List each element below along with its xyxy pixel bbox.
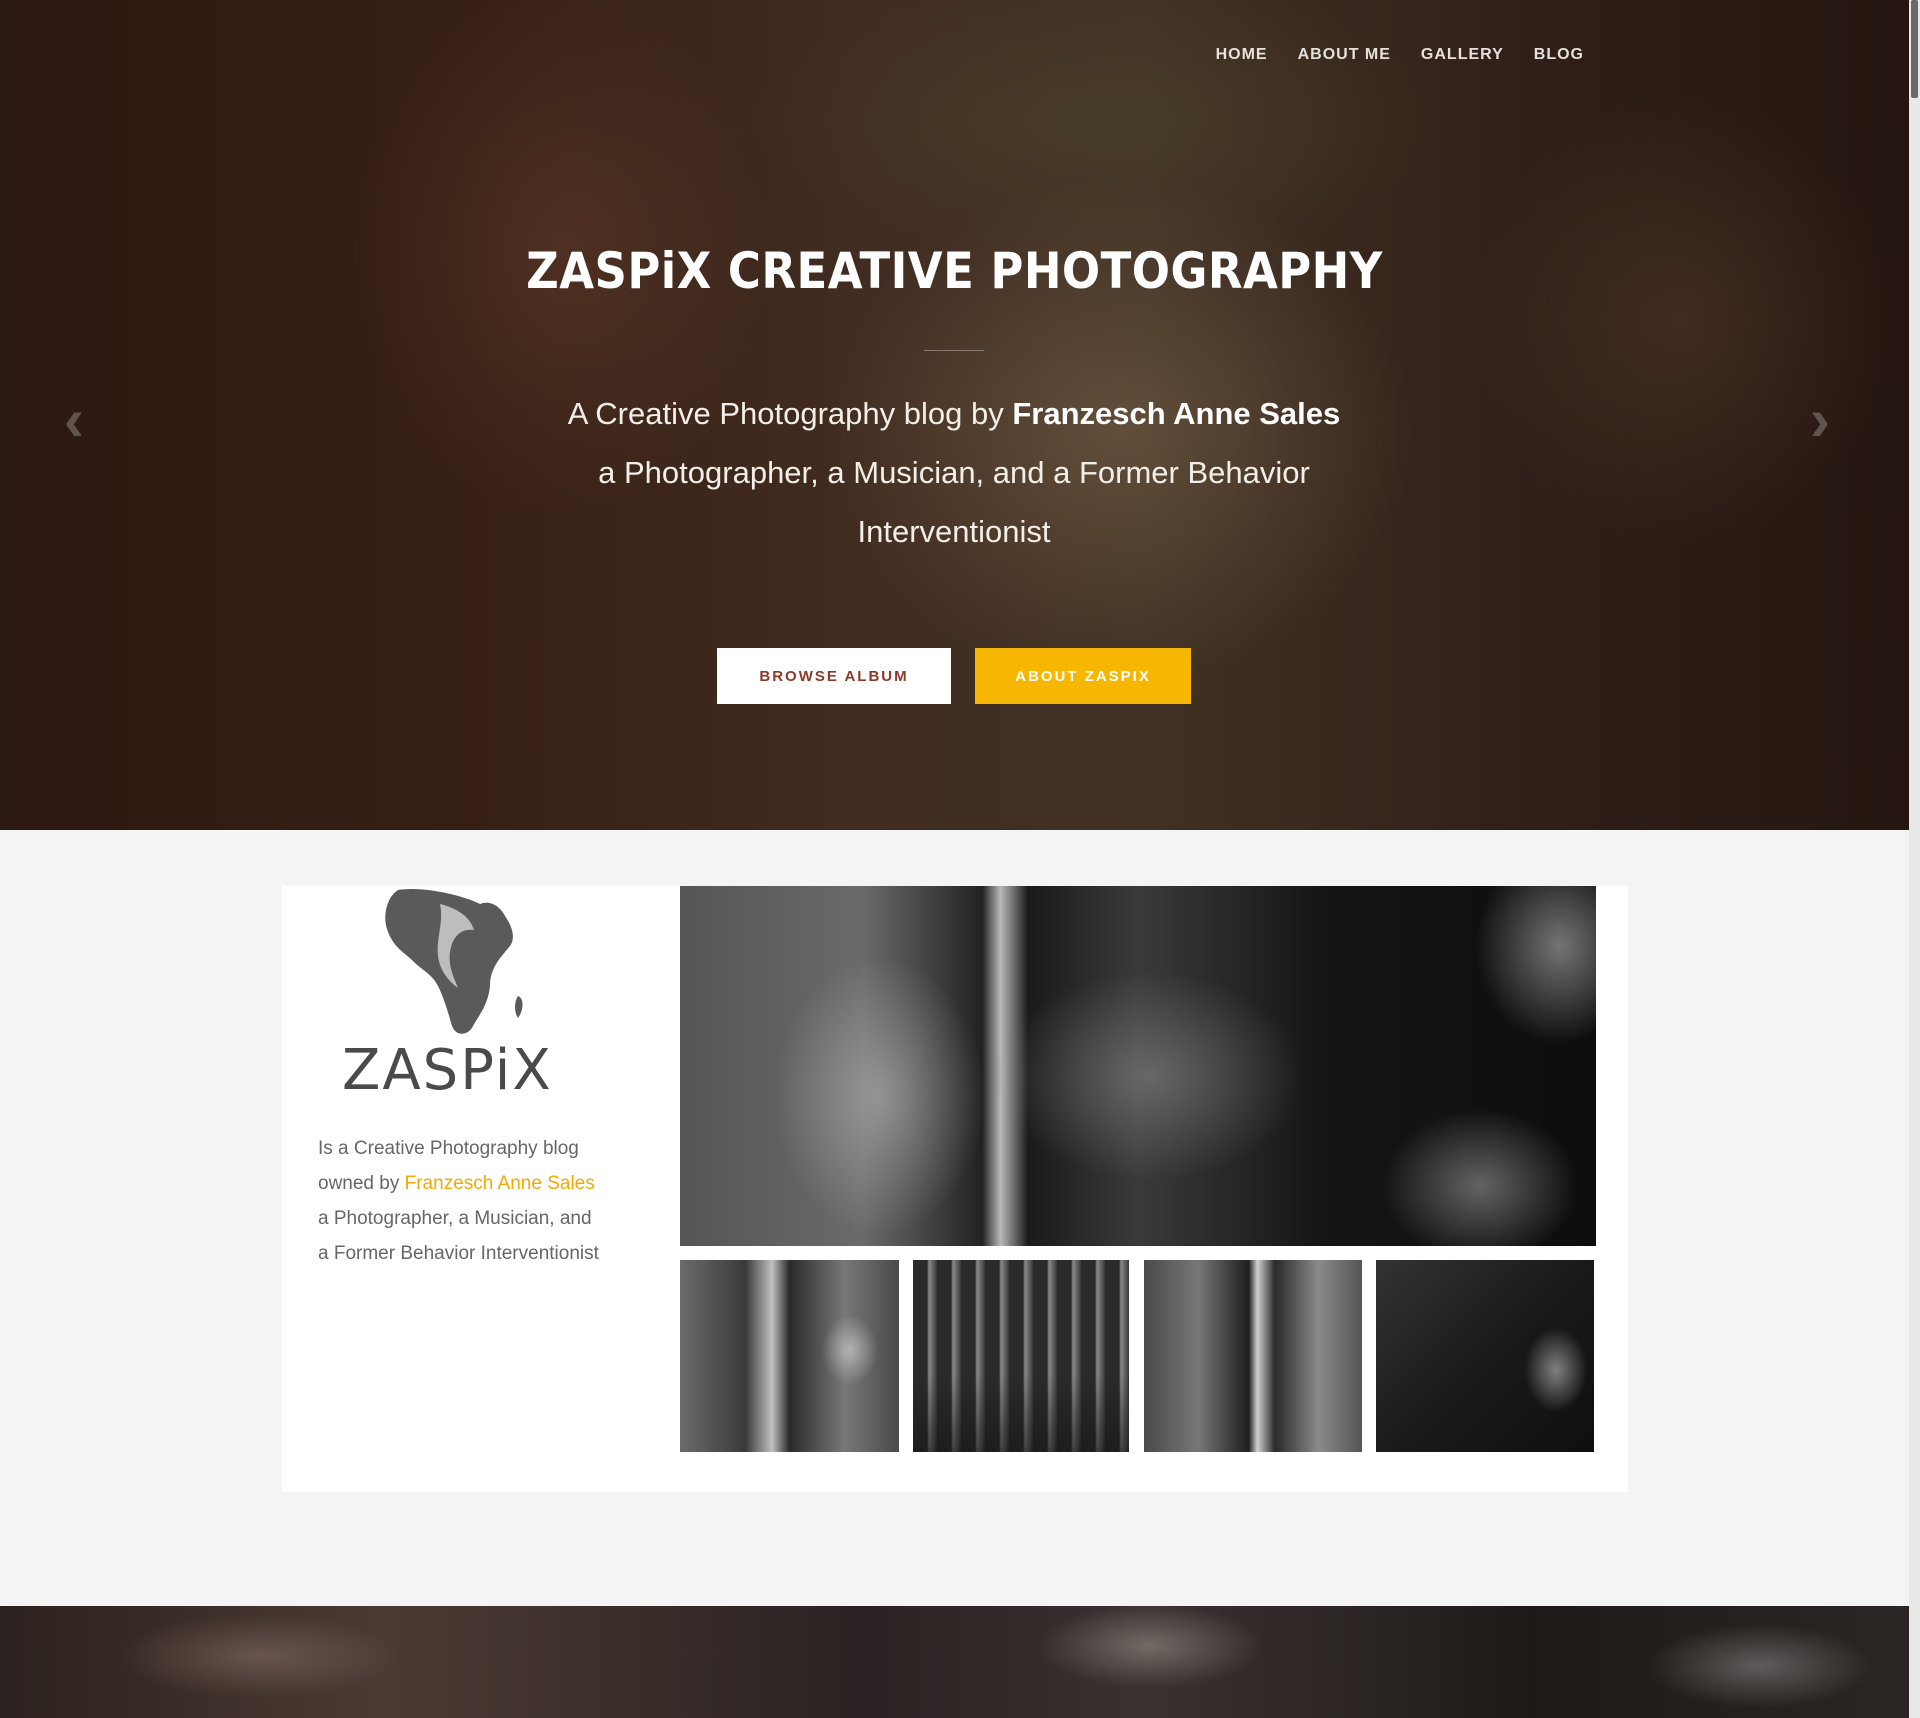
featured-photo[interactable]: [680, 886, 1596, 1246]
about-line1: Is a Creative Photography blog: [318, 1138, 579, 1159]
gallery-thumbnail[interactable]: [1144, 1260, 1362, 1452]
owner-name-link[interactable]: Franzesch Anne Sales: [405, 1173, 595, 1194]
about-line3: a Photographer, a Musician, and: [318, 1208, 592, 1229]
scrollbar-thumb[interactable]: [1911, 0, 1918, 98]
about-description: Is a Creative Photography blog owned by …: [318, 1131, 618, 1271]
nav-about-me[interactable]: ABOUT ME: [1298, 46, 1391, 64]
nav-blog[interactable]: BLOG: [1534, 46, 1584, 64]
hero-subtitle: A Creative Photography blog by Franzesch…: [500, 384, 1408, 561]
hero-divider: [924, 350, 984, 351]
hero-author-name: Franzesch Anne Sales: [1012, 396, 1341, 431]
slider-next-arrow-icon[interactable]: ›: [1810, 390, 1830, 450]
main-nav: HOME ABOUT ME GALLERY BLOG: [1216, 46, 1584, 64]
hero-subtitle-line3: Interventionist: [857, 514, 1051, 549]
nav-gallery[interactable]: GALLERY: [1421, 46, 1504, 64]
about-zaspix-button[interactable]: ABOUT ZASPIX: [975, 648, 1191, 704]
gallery-thumbnail[interactable]: [1376, 1260, 1594, 1452]
about-card: ZASPiX Is a Creative Photography blog ow…: [282, 886, 1628, 1492]
logo-text: ZASPiX: [342, 1038, 553, 1103]
crowd-photo-banner: [0, 1606, 1909, 1718]
madagascar-shape-icon: [515, 996, 523, 1018]
hero-subtitle-line2: a Photographer, a Musician, and a Former…: [598, 455, 1310, 490]
about-owned-by: owned by: [318, 1173, 405, 1194]
hero-subtitle-prefix: A Creative Photography blog by: [567, 396, 1013, 431]
browse-album-button[interactable]: BROWSE ALBUM: [717, 648, 951, 704]
gallery-thumbnail[interactable]: [680, 1260, 899, 1452]
hero-buttons: BROWSE ALBUM ABOUT ZASPIX: [717, 648, 1191, 704]
gallery-thumbnail[interactable]: [913, 1260, 1129, 1452]
slider-prev-arrow-icon[interactable]: ‹: [64, 390, 84, 450]
about-line4: a Former Behavior Interventionist: [318, 1243, 599, 1264]
nav-home[interactable]: HOME: [1216, 46, 1268, 64]
page-scrollbar[interactable]: [1909, 0, 1920, 1718]
hero-slider: HOME ABOUT ME GALLERY BLOG ‹ › ZASPiX CR…: [0, 0, 1909, 830]
hero-title: ZASPiX CREATIVE PHOTOGRAPHY: [526, 242, 1383, 300]
